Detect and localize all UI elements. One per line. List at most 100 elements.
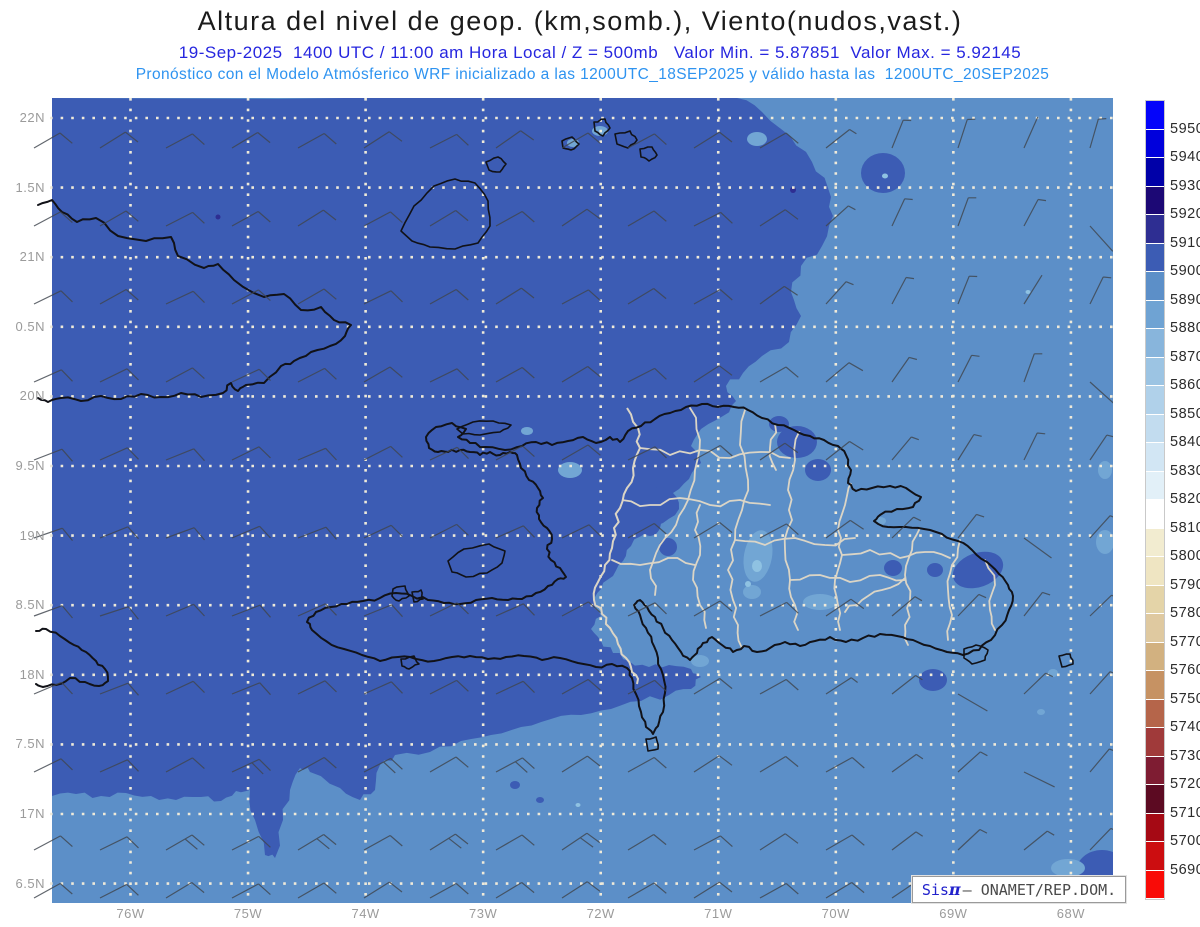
colorbar-label: 5850 xyxy=(1170,405,1200,422)
lat-label: 22N xyxy=(19,110,45,125)
shade-spot-5870-5880 xyxy=(1025,290,1031,294)
colorbar-segment xyxy=(1146,813,1164,842)
shade-blob-5900-5910 xyxy=(646,452,674,488)
watermark-box: Sis π — ONAMET/REP.DOM. xyxy=(912,876,1126,903)
colorbar-label: 5760 xyxy=(1170,662,1200,678)
colorbar-segment xyxy=(1146,585,1164,614)
lat-label: 7.5N xyxy=(15,736,45,752)
lon-label: 76W xyxy=(116,906,145,921)
colorbar-segment xyxy=(1146,101,1164,130)
colorbar-label: 5940 xyxy=(1170,149,1200,165)
shade-blob-5900-5910 xyxy=(919,669,947,691)
shade-blob-5900-5910 xyxy=(639,508,661,536)
lat-label: 8.5N xyxy=(15,597,45,613)
colorbar-label: 5790 xyxy=(1170,576,1200,593)
shade-spot-5870-5880 xyxy=(745,581,751,587)
lat-label: 9.5N xyxy=(15,458,45,473)
colorbar-segment xyxy=(1146,500,1164,529)
shade-spot-5870-5880 xyxy=(882,173,888,179)
shade-patch-5880-5890 xyxy=(803,594,837,610)
lat-label: 18N xyxy=(19,666,45,682)
shade-patch-5880-5890 xyxy=(1096,530,1113,554)
colorbar-segment xyxy=(1146,471,1164,500)
colorbar-segment xyxy=(1146,329,1164,358)
geopotential-shading xyxy=(52,98,1113,903)
colorbar-label: 5720 xyxy=(1170,776,1200,792)
lon-label: 69W xyxy=(939,906,968,921)
colorbar-label: 5830 xyxy=(1170,462,1200,479)
weather-map-page: Altura del nivel de geop. (km,somb.), Vi… xyxy=(0,0,1200,927)
lon-label: 73W xyxy=(469,906,498,921)
lat-label: 6.5N xyxy=(15,875,45,891)
weather-map xyxy=(33,98,1113,903)
shade-spot-5870-5880 xyxy=(752,560,762,572)
colorbar-label: 5930 xyxy=(1170,177,1200,194)
colorbar-segment xyxy=(1146,756,1164,785)
colorbar-label: 5740 xyxy=(1170,719,1200,735)
colorbar-segment xyxy=(1146,699,1164,728)
shade-blob-5900-5910 xyxy=(884,560,902,576)
shade-patch-5880-5890 xyxy=(747,132,767,146)
colorbar-label: 5730 xyxy=(1170,747,1200,764)
colorbar-label: 5810 xyxy=(1170,519,1200,536)
colorbar-segment xyxy=(1146,642,1164,671)
colorbar-segment xyxy=(1146,386,1164,415)
shade-dot-5910-5920 xyxy=(215,214,221,220)
colorbar-segment xyxy=(1146,528,1164,557)
colorbar-label: 5700 xyxy=(1170,833,1200,849)
colorbar-label: 5800 xyxy=(1170,548,1200,564)
colorbar-label: 5920 xyxy=(1170,206,1200,222)
colorbar-label: 5750 xyxy=(1170,690,1200,707)
lat-label: 0.5N xyxy=(15,318,45,334)
colorbar-segment xyxy=(1146,443,1164,472)
colorbar-segment xyxy=(1146,728,1164,757)
shade-blob-5900-5910 xyxy=(927,563,943,577)
shade-blob-5900-5910 xyxy=(510,781,520,789)
colorbar-segment xyxy=(1146,357,1164,386)
shade-blob-5900-5910 xyxy=(659,538,677,556)
colorbar-label: 5910 xyxy=(1170,234,1200,251)
colorbar-label: 5840 xyxy=(1170,434,1200,450)
lon-label: 74W xyxy=(351,906,380,921)
colorbar-segment xyxy=(1146,842,1164,871)
colorbar-label: 5950 xyxy=(1170,120,1200,137)
colorbar-label: 5860 xyxy=(1170,377,1200,393)
shade-patch-5880-5890 xyxy=(1098,461,1112,479)
lat-label: 17N xyxy=(19,806,45,821)
colorbar xyxy=(1145,100,1165,900)
colorbar-segment xyxy=(1146,870,1164,899)
shade-blob-5900-5910 xyxy=(805,459,831,481)
colorbar-segment xyxy=(1146,158,1164,187)
colorbar-segment xyxy=(1146,186,1164,215)
colorbar-label: 5780 xyxy=(1170,605,1200,621)
colorbar-label: 5880 xyxy=(1170,320,1200,336)
shade-patch-5880-5890 xyxy=(1051,859,1085,877)
colorbar-label: 5890 xyxy=(1170,291,1200,308)
colorbar-label: 5870 xyxy=(1170,348,1200,365)
shade-patch-5880-5890 xyxy=(1048,669,1058,677)
colorbar-segment xyxy=(1146,785,1164,814)
lat-label: 21N xyxy=(19,249,45,265)
lat-label: 20N xyxy=(19,388,45,404)
watermark-org: — ONAMET/REP.DOM. xyxy=(962,880,1117,899)
colorbar-segment xyxy=(1146,272,1164,301)
watermark-pi-icon: π xyxy=(948,880,961,899)
lon-label: 75W xyxy=(233,906,263,921)
lat-label: 1.5N xyxy=(15,179,45,195)
colorbar-segment xyxy=(1146,215,1164,244)
lon-label: 70W xyxy=(821,906,850,921)
lon-label: 68W xyxy=(1056,906,1085,921)
colorbar-segment xyxy=(1146,243,1164,272)
watermark-sis: Sis xyxy=(921,880,949,899)
shade-patch-5880-5890 xyxy=(521,427,533,435)
lon-label: 72W xyxy=(586,906,615,921)
colorbar-label: 5690 xyxy=(1170,861,1200,878)
lon-label: 71W xyxy=(704,906,733,921)
colorbar-segment xyxy=(1146,300,1164,329)
colorbar-segment xyxy=(1146,129,1164,158)
shade-blob-5900-5910 xyxy=(536,797,544,803)
shade-patch-5880-5890 xyxy=(743,585,761,599)
shade-patch-5880-5890 xyxy=(1037,709,1045,715)
colorbar-label: 5770 xyxy=(1170,633,1200,650)
colorbar-label: 5710 xyxy=(1170,804,1200,821)
